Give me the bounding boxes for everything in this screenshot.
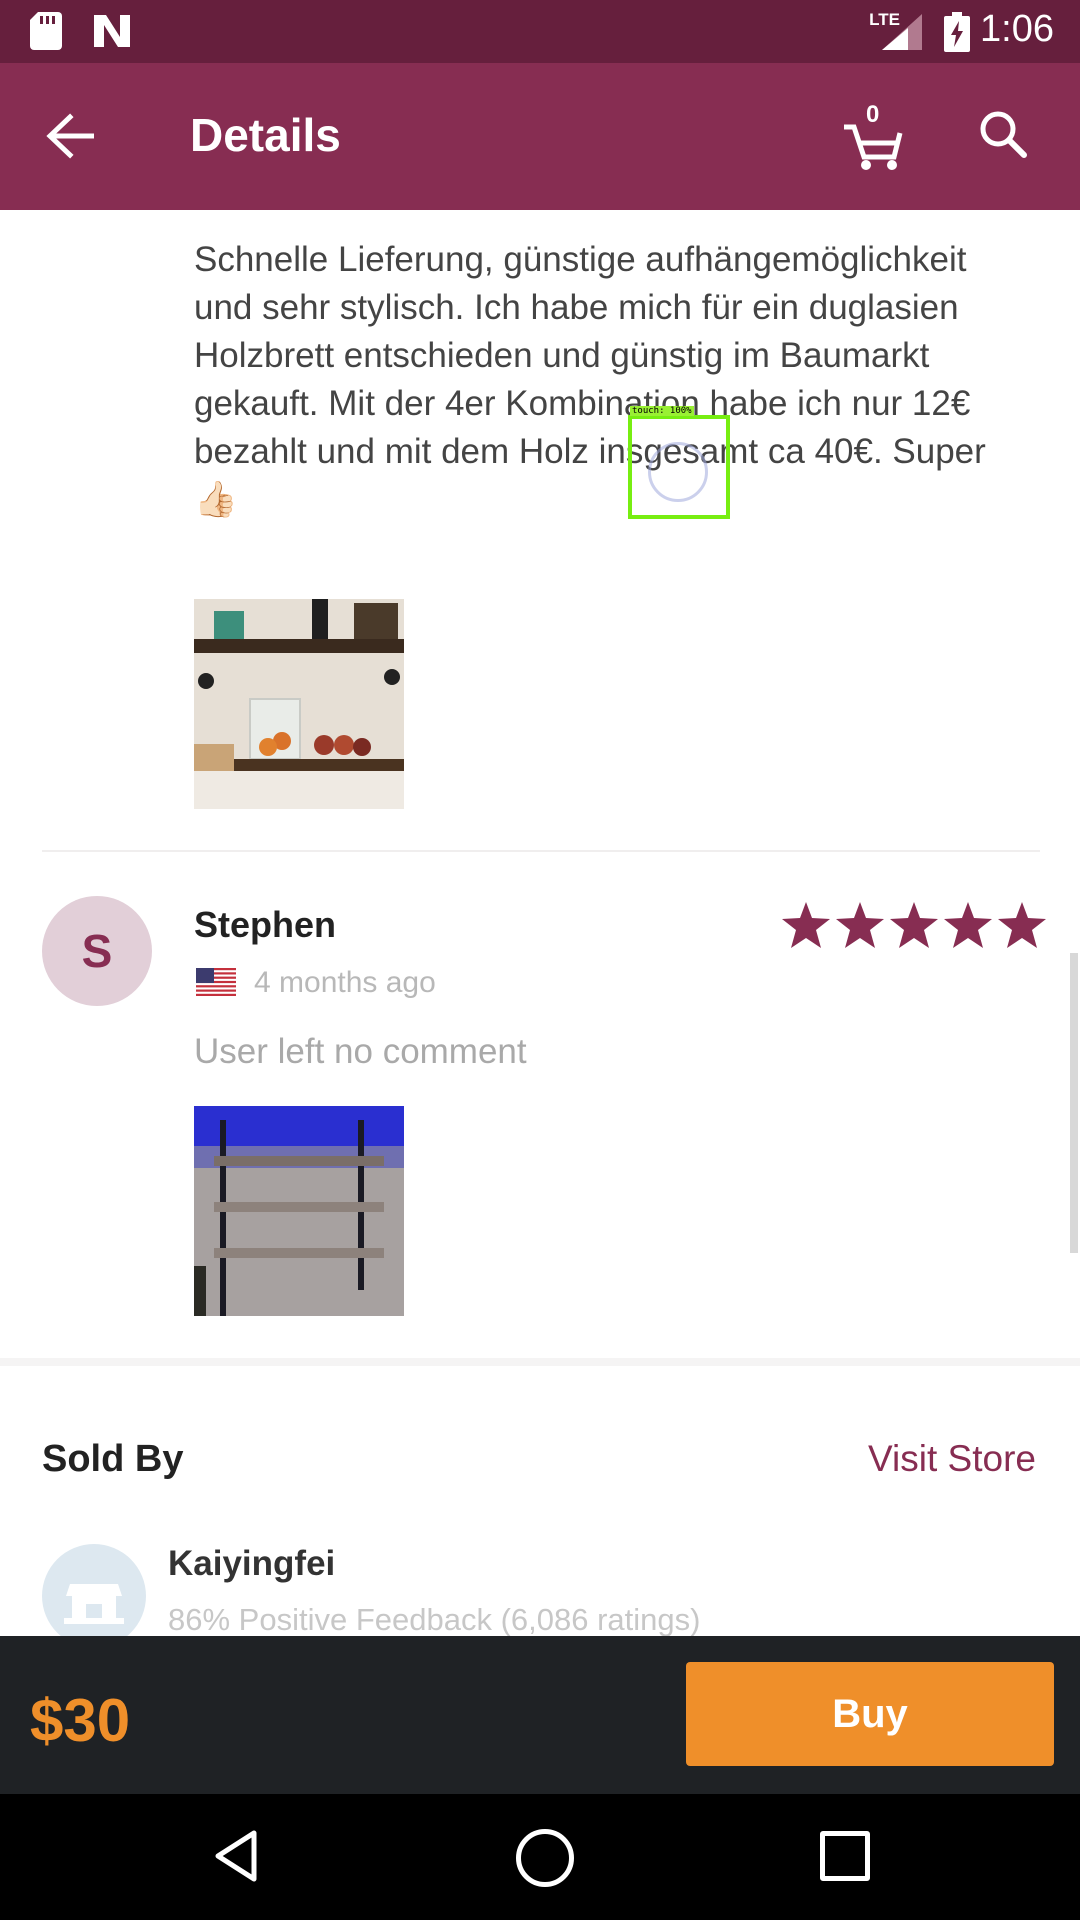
status-bar: LTE 1:06 bbox=[0, 0, 1080, 63]
star-icon bbox=[890, 902, 938, 948]
review-comment-empty: User left no comment bbox=[194, 1032, 527, 1071]
us-flag-icon bbox=[196, 968, 236, 996]
clock: 1:06 bbox=[980, 8, 1054, 50]
store-icon bbox=[64, 1584, 124, 1624]
nav-back-icon[interactable] bbox=[212, 1829, 260, 1883]
star-icon bbox=[944, 902, 992, 948]
reviewer-name: Stephen bbox=[194, 904, 337, 945]
cart-count-badge: 0 bbox=[866, 101, 880, 128]
touch-indicator-label: touch: 100% bbox=[630, 406, 694, 416]
rating-stars bbox=[780, 900, 1048, 950]
nav-recents-icon[interactable] bbox=[820, 1831, 870, 1881]
scroll-indicator bbox=[1070, 953, 1078, 1253]
review-date: 4 months ago bbox=[254, 966, 436, 999]
battery-charging-icon bbox=[944, 12, 970, 52]
store-feedback: 86% Positive Feedback (6,086 ratings) bbox=[168, 1602, 701, 1636]
app-bar: Details 0 bbox=[0, 63, 1080, 210]
visit-store-link[interactable]: Visit Store bbox=[868, 1438, 1036, 1480]
shelf-with-fruit-photo bbox=[194, 599, 404, 809]
star-icon bbox=[998, 902, 1046, 948]
back-arrow-icon[interactable] bbox=[46, 113, 94, 159]
review-divider bbox=[42, 850, 1040, 852]
review-comment: Schnelle Lieferung, günstige aufhängemög… bbox=[194, 240, 986, 519]
buy-button[interactable]: Buy bbox=[686, 1662, 1054, 1766]
store-avatar[interactable] bbox=[42, 1544, 146, 1636]
store-name: Kaiyingfei bbox=[168, 1544, 336, 1583]
details-content[interactable]: Schnelle Lieferung, günstige aufhängemög… bbox=[0, 210, 1080, 1636]
sold-by-heading: Sold By bbox=[42, 1438, 184, 1480]
price: $30 bbox=[30, 1687, 131, 1754]
nav-home-icon[interactable] bbox=[516, 1829, 574, 1887]
page-title: Details bbox=[190, 109, 341, 161]
star-icon bbox=[836, 902, 884, 948]
search-icon[interactable] bbox=[978, 109, 1028, 159]
sd-card-icon bbox=[30, 12, 62, 50]
review-photo[interactable] bbox=[194, 599, 404, 809]
purchase-bar: $30 Buy bbox=[0, 1636, 1080, 1794]
section-separator bbox=[0, 1358, 1080, 1366]
signal-icon bbox=[882, 14, 922, 50]
touch-ripple bbox=[648, 442, 708, 502]
star-icon bbox=[782, 902, 830, 948]
n-logo-icon bbox=[94, 15, 130, 47]
wall-shelves-blue-light-photo bbox=[194, 1106, 404, 1316]
system-nav-bar bbox=[0, 1794, 1080, 1920]
reviewer-avatar: S bbox=[42, 896, 152, 1006]
review-photo[interactable] bbox=[194, 1106, 404, 1316]
